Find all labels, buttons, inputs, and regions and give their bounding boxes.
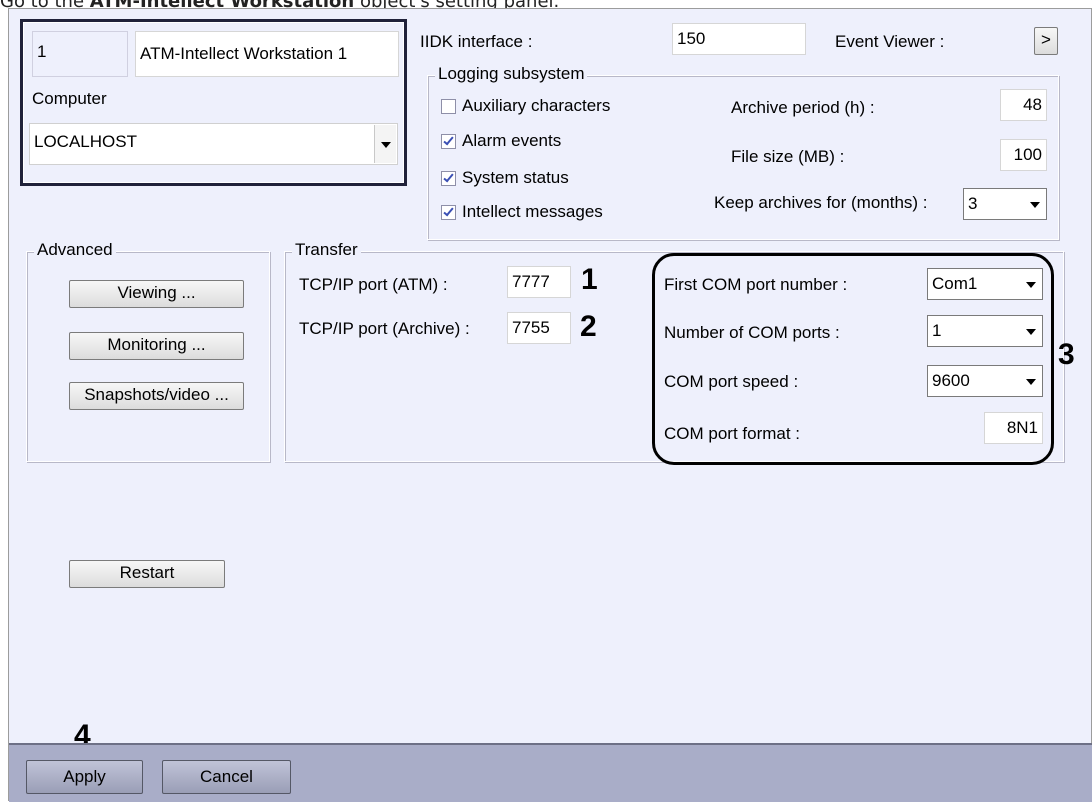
archive-period-field[interactable]: 48 xyxy=(1000,89,1047,121)
advanced-title: Advanced xyxy=(34,240,116,260)
computer-select-value: LOCALHOST xyxy=(34,132,137,151)
viewing-button[interactable]: Viewing ... xyxy=(69,280,244,308)
checkbox-box[interactable] xyxy=(441,133,456,149)
checkbox-auxiliary-characters[interactable]: Auxiliary characters xyxy=(441,96,610,116)
chevron-down-icon[interactable] xyxy=(1026,329,1036,335)
chevron-down-icon[interactable] xyxy=(1030,202,1040,208)
chevron-down-icon[interactable] xyxy=(1026,282,1036,288)
first-com-port-value: Com1 xyxy=(932,274,978,293)
event-viewer-button[interactable]: > xyxy=(1034,27,1058,55)
object-name-field[interactable]: ATM-Intellect Workstation 1 xyxy=(135,31,399,77)
chevron-down-icon[interactable] xyxy=(1026,379,1036,385)
checkbox-label: Intellect messages xyxy=(462,202,603,221)
object-id-field[interactable]: 1 xyxy=(32,31,128,77)
com-port-speed-label: COM port speed : xyxy=(664,372,799,391)
tcp-port-atm-label: TCP/IP port (ATM) : xyxy=(299,275,448,294)
keep-archives-value: 3 xyxy=(968,194,978,213)
callout-3: 3 xyxy=(1058,338,1075,371)
checkbox-alarm-events[interactable]: Alarm events xyxy=(441,131,561,151)
checkbox-label: Auxiliary characters xyxy=(462,96,611,115)
callout-1: 1 xyxy=(581,263,598,296)
checkbox-label: System status xyxy=(462,168,569,187)
apply-button[interactable]: Apply xyxy=(26,760,143,794)
checkbox-box[interactable] xyxy=(441,204,456,220)
checkbox-intellect-messages[interactable]: Intellect messages xyxy=(441,202,603,222)
computer-label: Computer xyxy=(32,89,107,108)
check-mark-icon xyxy=(443,171,454,182)
monitoring-button[interactable]: Monitoring ... xyxy=(69,332,244,360)
checkbox-box[interactable] xyxy=(441,170,456,186)
com-port-format-field[interactable]: 8N1 xyxy=(984,412,1043,444)
bottom-button-bar: Apply Cancel xyxy=(9,743,1092,802)
callout-2: 2 xyxy=(580,310,597,343)
logging-subsystem-title: Logging subsystem xyxy=(435,64,588,84)
first-com-port-select[interactable]: Com1 xyxy=(927,268,1043,300)
first-com-port-label: First COM port number : xyxy=(664,275,848,294)
restart-button[interactable]: Restart xyxy=(69,560,225,588)
iidk-interface-field[interactable]: 150 xyxy=(672,23,806,55)
computer-select[interactable]: LOCALHOST xyxy=(29,123,398,165)
computer-dropdown-button[interactable] xyxy=(374,125,396,163)
number-of-com-ports-value: 1 xyxy=(932,321,942,340)
file-size-label: File size (MB) : xyxy=(731,147,845,166)
check-mark-icon xyxy=(443,134,454,145)
cancel-button[interactable]: Cancel xyxy=(162,760,291,794)
com-port-speed-value: 9600 xyxy=(932,371,970,390)
checkbox-box[interactable] xyxy=(441,98,456,114)
settings-panel: 1 ATM-Intellect Workstation 1 Computer L… xyxy=(8,8,1092,802)
com-port-format-label: COM port format : xyxy=(664,424,801,443)
transfer-title: Transfer xyxy=(292,240,361,260)
keep-archives-label: Keep archives for (months) : xyxy=(714,193,928,212)
keep-archives-select[interactable]: 3 xyxy=(963,188,1047,220)
iidk-interface-label: IIDK interface : xyxy=(420,32,533,51)
checkbox-system-status[interactable]: System status xyxy=(441,168,569,188)
number-of-com-ports-select[interactable]: 1 xyxy=(927,315,1043,347)
file-size-field[interactable]: 100 xyxy=(1000,139,1047,171)
tcp-port-archive-field[interactable]: 7755 xyxy=(507,312,571,344)
check-mark-icon xyxy=(443,205,454,216)
event-viewer-label: Event Viewer : xyxy=(835,32,945,51)
chevron-down-icon xyxy=(381,142,391,148)
archive-period-label: Archive period (h) : xyxy=(731,98,875,117)
tcp-port-archive-label: TCP/IP port (Archive) : xyxy=(299,319,470,338)
tcp-port-atm-field[interactable]: 7777 xyxy=(507,266,571,298)
number-of-com-ports-label: Number of COM ports : xyxy=(664,323,840,342)
checkbox-label: Alarm events xyxy=(462,131,562,150)
com-port-speed-select[interactable]: 9600 xyxy=(927,365,1043,397)
snapshots-video-button[interactable]: Snapshots/video ... xyxy=(69,382,244,410)
